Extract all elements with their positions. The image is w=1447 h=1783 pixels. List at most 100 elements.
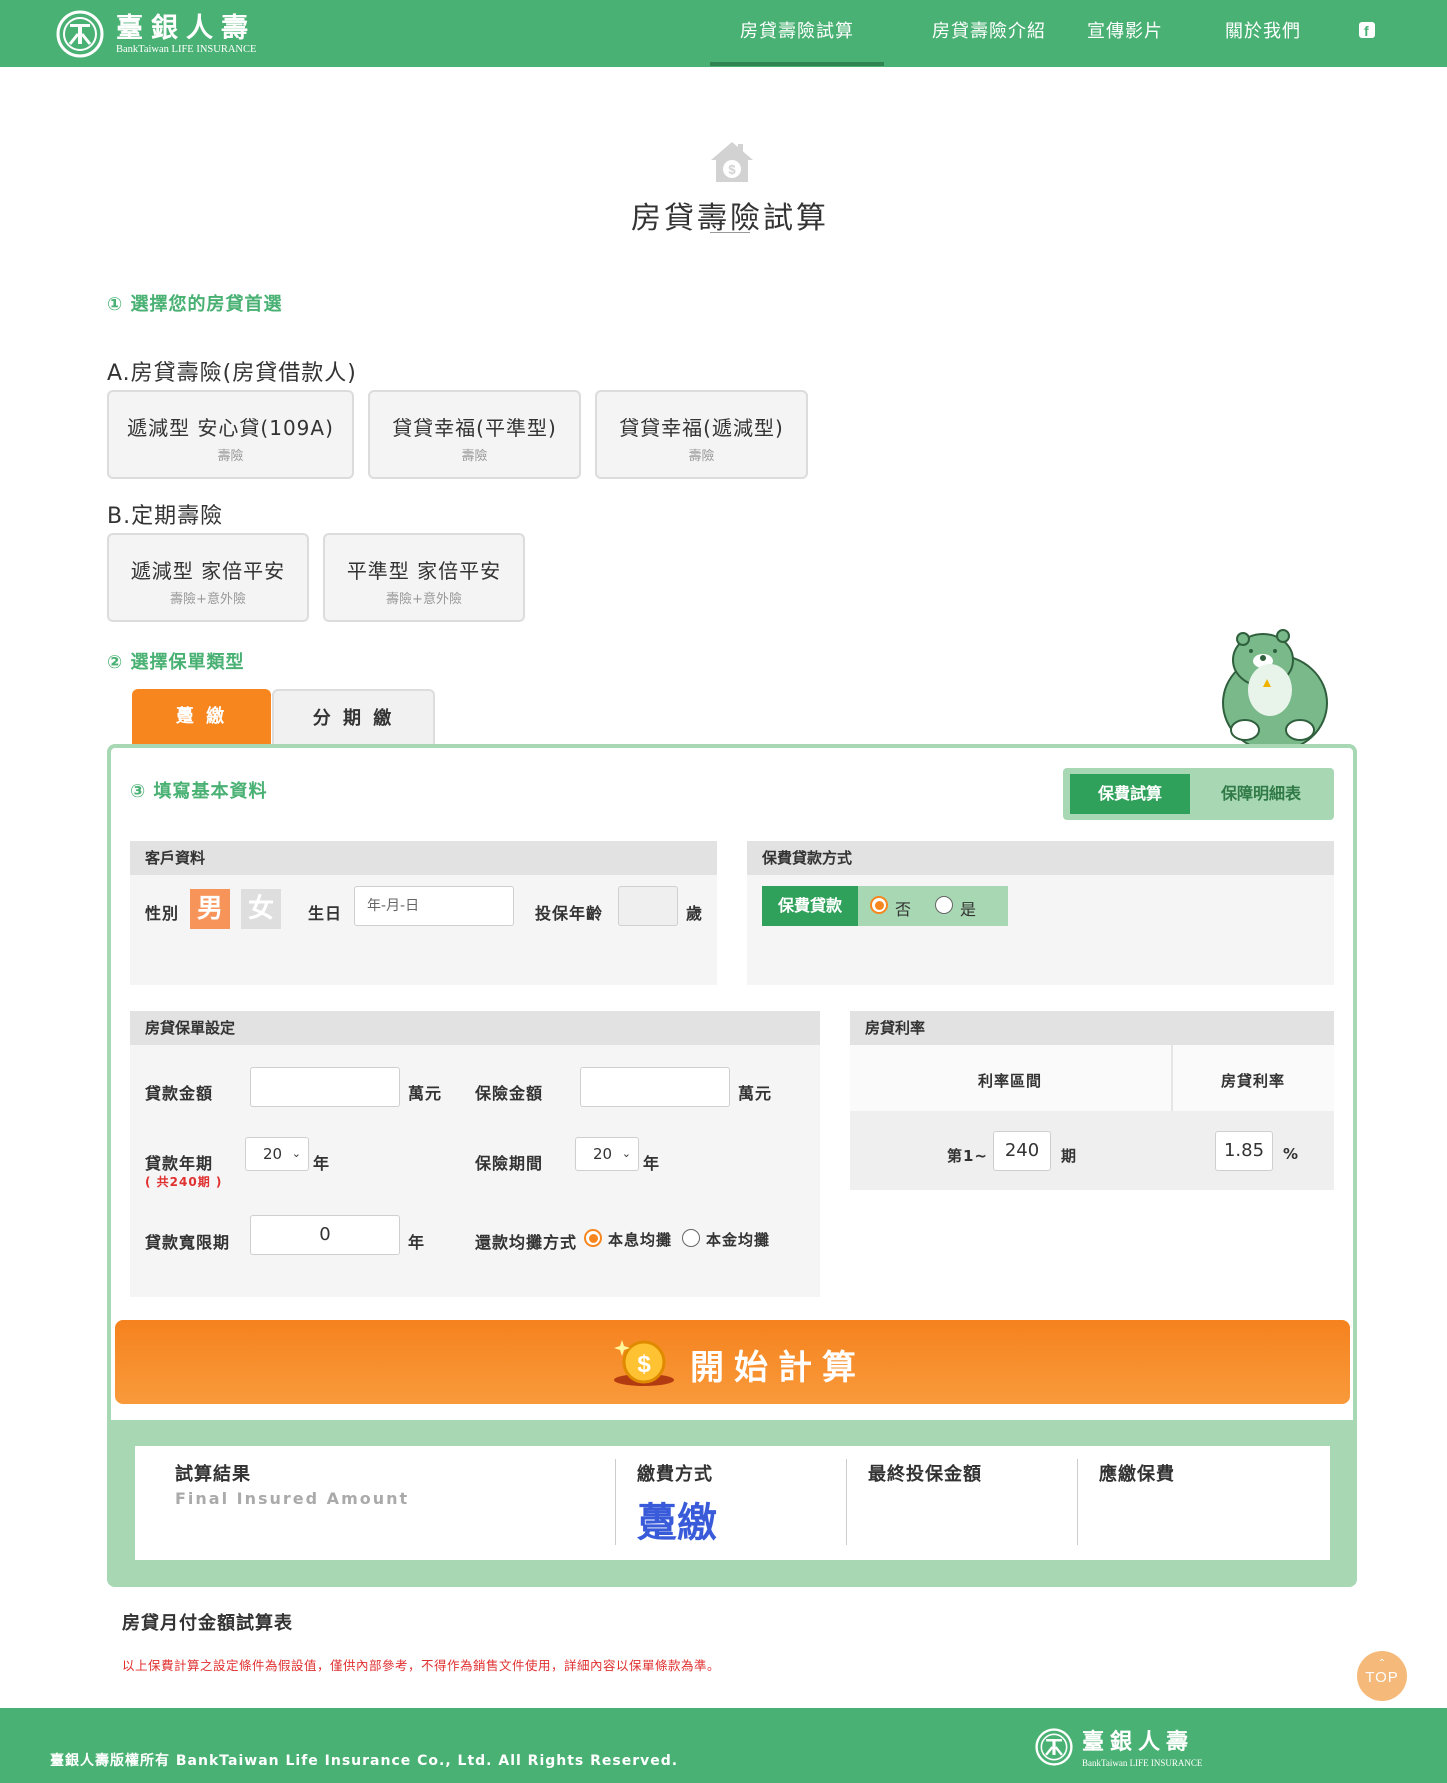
monthly-payment-title: 房貸月付金額試算表 (122, 1613, 293, 1634)
footer-brand-emblem-icon (1035, 1728, 1073, 1766)
loan-term-select[interactable]: 20 ⌄ (245, 1137, 309, 1171)
nav-calculator[interactable]: 房貸壽險試算 (718, 0, 876, 67)
insured-amount-input[interactable] (580, 1067, 730, 1107)
gender-male-button[interactable]: 男 (190, 889, 230, 929)
step2-title: ② 選擇保單類型 (107, 652, 245, 673)
group-b-title: B.定期壽險 (107, 504, 224, 529)
premium-loan-no-label: 否 (895, 900, 913, 919)
result-title: 試算結果 (175, 1464, 251, 1485)
footer-brand-cn: 臺銀人壽 (1082, 1729, 1195, 1755)
facebook-icon[interactable]: f (1359, 22, 1375, 39)
toggle-coverage-table[interactable]: 保障明細表 (1196, 774, 1326, 814)
premium-loan-yes-label: 是 (960, 900, 978, 919)
step3-title: ③ 填寫基本資料 (130, 781, 268, 802)
product-btn-jiabei-decreasing[interactable]: 遞減型 家倍平安 壽險+意外險 (107, 533, 309, 622)
grace-period-unit: 年 (408, 1233, 426, 1252)
loan-term-value: 20 (263, 1145, 283, 1163)
gender-label: 性別 (145, 904, 180, 923)
product-sub: 壽險+意外險 (170, 592, 246, 607)
footer: 臺銀人壽版權所有 BankTaiwan Life Insurance Co., … (0, 1708, 1447, 1783)
product-sub: 壽險 (217, 449, 244, 464)
repay-method-label: 還款均攤方式 (475, 1233, 578, 1252)
final-amount-label: 最終投保金額 (868, 1464, 982, 1485)
bear-mascot (1222, 629, 1328, 747)
policy-panel-heading: 房貸保單設定 (130, 1011, 820, 1045)
product-sub: 壽險+意外險 (386, 592, 462, 607)
loan-amount-unit: 萬元 (408, 1084, 443, 1103)
product-name: 遞減型 家倍平安 (130, 559, 286, 583)
brand-emblem-icon (56, 10, 104, 58)
rate-unit: % (1283, 1145, 1300, 1163)
tab-single-payment[interactable]: 躉 繳 (132, 689, 271, 745)
loan-amount-input[interactable] (250, 1067, 400, 1107)
brand-logo[interactable]: 臺銀人壽 BankTaiwan LIFE INSURANCE (56, 8, 256, 60)
result-divider (846, 1459, 847, 1545)
rate-col-rate: 房貸利率 (1221, 1072, 1286, 1090)
rate-panel-heading: 房貸利率 (850, 1011, 1334, 1045)
product-name: 平準型 家倍平安 (346, 559, 502, 583)
repay-equal-principal-label: 本金均攤 (706, 1231, 771, 1249)
insure-period-select[interactable]: 20 ⌄ (575, 1137, 639, 1171)
insure-period-value: 20 (593, 1145, 613, 1163)
rate-period-suffix: 期 (1061, 1147, 1078, 1165)
premium-due-label: 應繳保費 (1099, 1464, 1175, 1485)
title-underline (710, 232, 750, 233)
nav-intro[interactable]: 房貸壽險介紹 (909, 0, 1069, 67)
rate-value-input[interactable]: 1.85 (1215, 1131, 1273, 1171)
product-btn-jiabei-level[interactable]: 平準型 家倍平安 壽險+意外險 (323, 533, 525, 622)
footer-brand-en: BankTaiwan LIFE INSURANCE (1082, 1758, 1203, 1768)
product-btn-daidai-decreasing[interactable]: 貸貸幸福(遞減型) 壽險 (595, 390, 808, 479)
product-name: 貸貸幸福(遞減型) (619, 416, 784, 440)
house-dollar-icon: $ (711, 142, 753, 182)
product-btn-daidai-level[interactable]: 貸貸幸福(平準型) 壽險 (368, 390, 581, 479)
insure-period-label: 保險期間 (475, 1154, 544, 1173)
repay-equal-payment-radio[interactable] (584, 1229, 602, 1247)
top-nav-bar: 臺銀人壽 BankTaiwan LIFE INSURANCE 房貸壽險試算 房貸… (0, 0, 1447, 67)
result-subtitle: Final Insured Amount (175, 1489, 410, 1508)
premium-loan-heading: 保費貸款方式 (747, 841, 1334, 875)
age-label: 投保年齡 (535, 904, 604, 923)
loan-term-note: ( 共240期 ) (145, 1175, 223, 1189)
loan-term-unit: 年 (313, 1154, 331, 1173)
repay-equal-payment-label: 本息均攤 (608, 1231, 673, 1249)
repay-equal-principal-radio[interactable] (682, 1229, 700, 1247)
premium-loan-yes-radio[interactable] (935, 896, 953, 914)
insured-amount-unit: 萬元 (738, 1084, 773, 1103)
footer-copyright: 臺銀人壽版權所有 BankTaiwan Life Insurance Co., … (50, 1753, 679, 1769)
tab-installment[interactable]: 分 期 繳 (272, 689, 435, 745)
back-to-top-button[interactable]: ⌃ TOP (1357, 1651, 1407, 1701)
product-name: 貸貸幸福(平準型) (392, 416, 557, 440)
brand-name-cn: 臺銀人壽 (116, 13, 256, 44)
insured-amount-label: 保險金額 (475, 1084, 544, 1103)
loan-amount-label: 貸款金額 (145, 1084, 214, 1103)
chevron-down-icon: ⌄ (621, 1147, 631, 1160)
back-to-top-label: TOP (1365, 1669, 1399, 1686)
insure-period-unit: 年 (643, 1154, 661, 1173)
product-btn-anxin-109a[interactable]: 遞減型 安心貸(109A) 壽險 (107, 390, 354, 479)
grace-period-label: 貸款寬限期 (145, 1233, 231, 1252)
group-a-title: A.房貸壽險(房貸借款人) (107, 361, 357, 386)
step1-title: ① 選擇您的房貸首選 (107, 294, 283, 315)
loan-term-label: 貸款年期 (145, 1154, 214, 1173)
birthday-input[interactable]: 年-月-日 (354, 886, 514, 926)
premium-loan-label: 保費貸款 (762, 886, 858, 926)
nav-about[interactable]: 關於我們 (1218, 0, 1308, 67)
start-calculation-label: 開始計算 (690, 1348, 866, 1388)
gender-female-button[interactable]: 女 (241, 889, 281, 929)
toggle-premium-calc[interactable]: 保費試算 (1070, 774, 1190, 814)
nav-videos[interactable]: 宣傳影片 (1080, 0, 1170, 67)
age-unit: 歲 (686, 904, 704, 923)
result-divider (1077, 1459, 1078, 1545)
pay-method-value: 躉繳 (637, 1500, 717, 1546)
brand-name-en: BankTaiwan LIFE INSURANCE (116, 44, 257, 55)
result-divider (615, 1459, 616, 1545)
rate-col-period: 利率區間 (978, 1072, 1043, 1090)
premium-loan-no-radio[interactable] (870, 896, 888, 914)
grace-period-input[interactable]: 0 (250, 1215, 400, 1255)
birthday-label: 生日 (308, 904, 343, 923)
chevron-down-icon: ⌄ (291, 1147, 301, 1160)
rate-col-divider (1171, 1045, 1173, 1111)
svg-text:$: $ (728, 162, 736, 177)
customer-panel-heading: 客戶資料 (130, 841, 717, 875)
rate-period-input[interactable]: 240 (993, 1131, 1051, 1171)
